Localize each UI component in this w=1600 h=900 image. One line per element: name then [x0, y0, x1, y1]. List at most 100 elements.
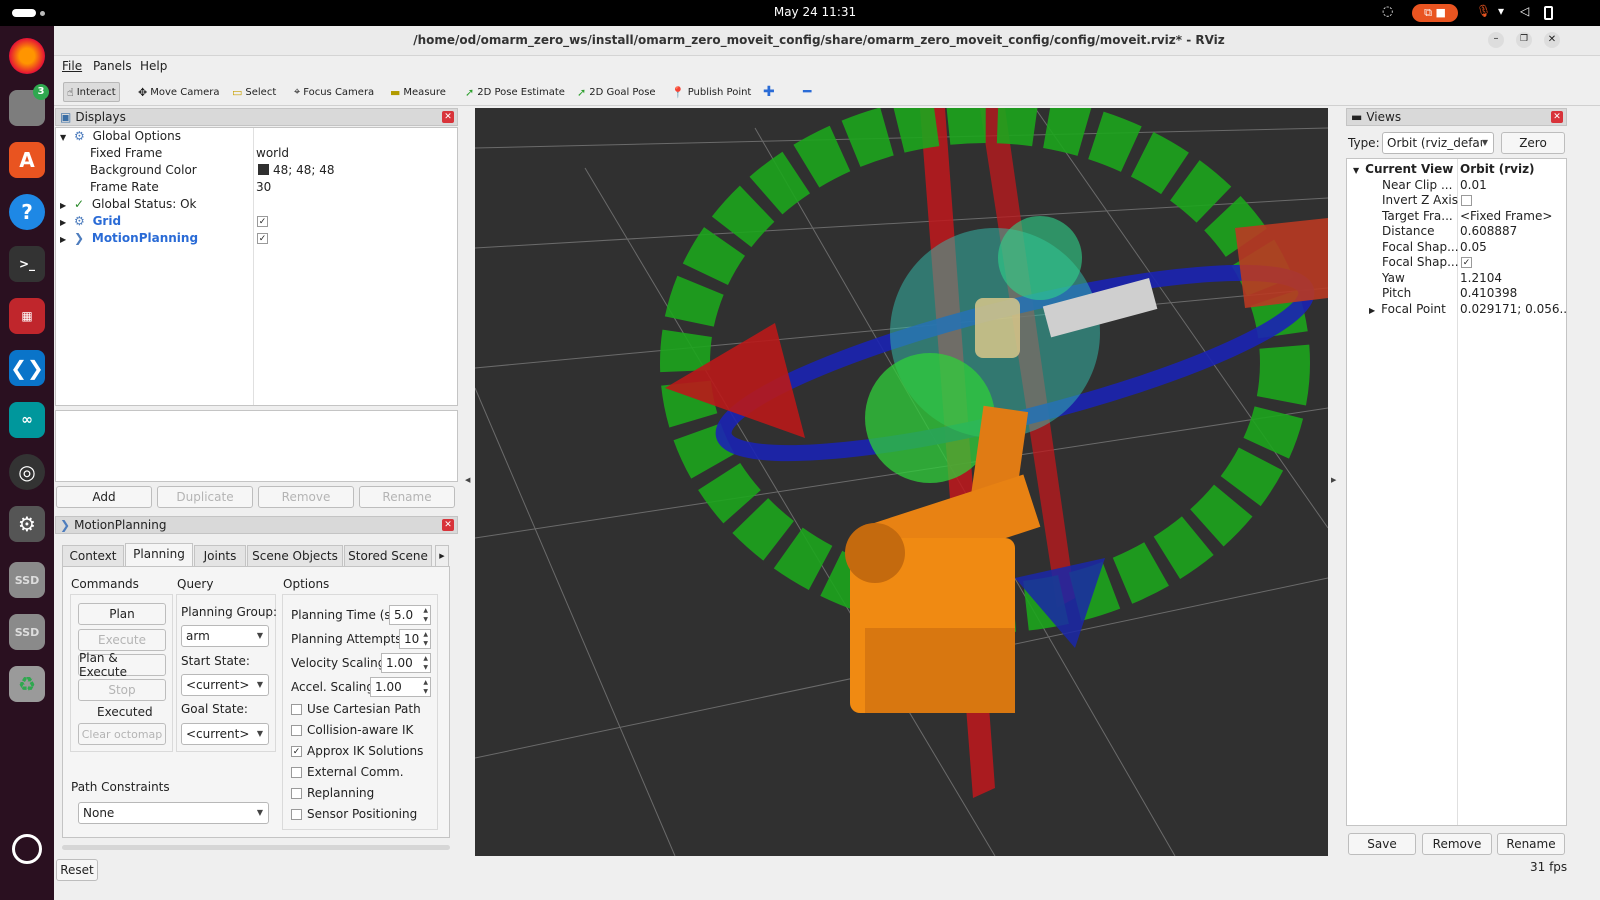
invert-z-axis-checkbox[interactable] [1461, 195, 1472, 206]
global-options-row[interactable]: ▼ ⚙ Global Options [60, 128, 181, 145]
3d-render-viewport[interactable] [475, 108, 1328, 856]
clear-octomap-button[interactable]: Clear octomap [78, 723, 166, 745]
target-frame-value[interactable]: <Fixed Frame> [1460, 209, 1552, 224]
focal-shape-size-value[interactable]: 0.05 [1460, 240, 1487, 255]
activities-button[interactable] [12, 9, 36, 17]
tool-focus-camera[interactable]: ⌖ Focus Camera [291, 82, 377, 102]
terminal-icon[interactable]: >_ [9, 246, 45, 282]
focal-shape-fixed-label: Focal Shap... [1382, 255, 1459, 269]
use-cartesian-path-checkbox[interactable] [291, 704, 302, 715]
zero-view-button[interactable]: Zero [1501, 132, 1565, 154]
remove-display-button[interactable]: Remove [258, 486, 354, 508]
grid-enabled-checkbox[interactable]: ✓ [257, 216, 268, 227]
vscode-icon[interactable]: ❮❯ [9, 350, 45, 386]
screen-recorder-icon[interactable]: ▦ [9, 298, 45, 334]
focal-shape-fixed-checkbox[interactable]: ✓ [1461, 257, 1472, 268]
goal-state-value: <current> [186, 727, 250, 741]
tool-2d-goal-pose[interactable]: ➚ 2D Goal Pose [574, 82, 659, 102]
tab-scene-objects[interactable]: Scene Objects [247, 545, 343, 567]
obs-icon[interactable]: ◎ [9, 454, 45, 490]
motion-planning-enabled-checkbox[interactable]: ✓ [257, 233, 268, 244]
maximize-button[interactable]: ❐ [1516, 32, 1532, 48]
tool-move-camera[interactable]: ✥ Move Camera [135, 82, 222, 102]
goal-state-select[interactable]: <current> ▼ [181, 723, 269, 745]
menu-help[interactable]: Help [140, 59, 167, 73]
frame-rate-value[interactable]: 30 [256, 179, 271, 196]
fixed-frame-value[interactable]: world [256, 145, 289, 162]
clock[interactable]: May 24 11:31 [760, 5, 870, 19]
grid-row[interactable]: ▶ ⚙ Grid [60, 213, 121, 230]
ssd-drive-icon-2[interactable]: SSD [9, 614, 45, 650]
approx-ik-checkbox[interactable]: ✓ [291, 746, 302, 757]
tool-publish-point[interactable]: 📍 Publish Point [668, 82, 754, 102]
start-state-select[interactable]: <current> ▼ [181, 674, 269, 696]
tab-context[interactable]: Context [62, 545, 124, 567]
files-icon[interactable]: 3 [9, 84, 49, 126]
reset-button[interactable]: Reset [56, 859, 98, 881]
window-title: /home/od/omarm_zero_ws/install/omarm_zer… [413, 33, 1225, 47]
planning-attempts-spinbox[interactable]: 10 ▲ ▼ [399, 629, 431, 649]
remove-view-button[interactable]: Remove [1422, 833, 1492, 855]
distance-value[interactable]: 0.608887 [1460, 224, 1517, 239]
rename-view-button[interactable]: Rename [1497, 833, 1565, 855]
window-title-bar[interactable]: /home/od/omarm_zero_ws/install/omarm_zer… [54, 26, 1600, 56]
global-status-row[interactable]: ▶ ✓ Global Status: Ok [60, 196, 196, 213]
settings-icon[interactable]: ⚙ [9, 506, 45, 542]
system-status-area[interactable]: ◌ ⧉ ■ 🎙 ▾ ◁ [1380, 3, 1590, 23]
menu-panels[interactable]: Panels [93, 59, 132, 73]
tab-scroll-right-button[interactable]: ▶ [435, 545, 449, 567]
planning-group-select[interactable]: arm ▼ [181, 625, 269, 647]
firefox-icon[interactable] [9, 38, 45, 74]
focal-point-row[interactable]: ▶ Focal Point [1369, 302, 1446, 318]
tool-select[interactable]: ▭ Select [229, 82, 279, 102]
collapse-right-dock-handle[interactable]: ▶ [1331, 476, 1336, 484]
sensor-positioning-checkbox[interactable] [291, 809, 302, 820]
execute-button[interactable]: Execute [78, 629, 166, 651]
duplicate-display-button[interactable]: Duplicate [157, 486, 253, 508]
remove-tool-button[interactable]: ━ [800, 82, 814, 102]
trash-icon[interactable]: ♻ [9, 666, 45, 702]
close-views-button[interactable]: ✕ [1551, 111, 1563, 123]
close-displays-button[interactable]: ✕ [442, 111, 454, 123]
collapse-left-dock-handle[interactable]: ◀ [465, 476, 470, 484]
minimize-button[interactable]: – [1488, 32, 1504, 48]
current-view-row[interactable]: ▼ Current View [1353, 162, 1453, 178]
save-view-button[interactable]: Save [1348, 833, 1416, 855]
tab-planning[interactable]: Planning [125, 543, 193, 567]
replanning-checkbox[interactable] [291, 788, 302, 799]
stop-button[interactable]: Stop [78, 679, 166, 701]
accel-scaling-spinbox[interactable]: 1.00 ▲ ▼ [370, 677, 431, 697]
plan-and-execute-button[interactable]: Plan & Execute [78, 651, 166, 679]
close-motion-planning-button[interactable]: ✕ [442, 519, 454, 531]
show-apps-icon[interactable] [12, 834, 42, 864]
planning-time-spinbox[interactable]: 5.0 ▲ ▼ [389, 605, 431, 625]
external-comm-checkbox[interactable] [291, 767, 302, 778]
horizontal-scrollbar[interactable] [62, 845, 450, 850]
tool-2d-pose-estimate[interactable]: ➚ 2D Pose Estimate [462, 82, 568, 102]
tab-stored-scene[interactable]: Stored Scene [344, 545, 432, 567]
close-window-button[interactable]: ✕ [1544, 32, 1560, 48]
help-icon[interactable]: ? [9, 194, 45, 230]
yaw-value[interactable]: 1.2104 [1460, 271, 1502, 286]
background-color-value-row[interactable]: 48; 48; 48 [258, 162, 335, 179]
tab-joints[interactable]: Joints [194, 545, 246, 567]
path-constraints-select[interactable]: None ▼ [78, 802, 269, 824]
add-tool-button[interactable]: ✚ [760, 82, 778, 102]
tool-interact[interactable]: ☝ Interact [63, 82, 120, 102]
screen-share-indicator[interactable]: ⧉ ■ [1412, 4, 1458, 22]
view-type-select[interactable]: Orbit (rviz_defau ▼ [1382, 132, 1494, 154]
focal-point-value[interactable]: 0.029171; 0.056... [1460, 302, 1566, 317]
plan-button[interactable]: Plan [78, 603, 166, 625]
near-clip-value[interactable]: 0.01 [1460, 178, 1487, 193]
tool-measure[interactable]: ▬ Measure [387, 82, 449, 102]
ssd-drive-icon[interactable]: SSD [9, 562, 45, 598]
rename-display-button[interactable]: Rename [359, 486, 455, 508]
motion-planning-row[interactable]: ▶ ❯ MotionPlanning [60, 230, 198, 247]
app-center-icon[interactable]: A [9, 142, 45, 178]
collision-aware-ik-checkbox[interactable] [291, 725, 302, 736]
arduino-icon[interactable]: ∞ [9, 402, 45, 438]
pitch-value[interactable]: 0.410398 [1460, 286, 1517, 301]
velocity-scaling-spinbox[interactable]: 1.00 ▲ ▼ [381, 653, 431, 673]
menu-file[interactable]: File [62, 59, 82, 73]
add-display-button[interactable]: Add [56, 486, 152, 508]
